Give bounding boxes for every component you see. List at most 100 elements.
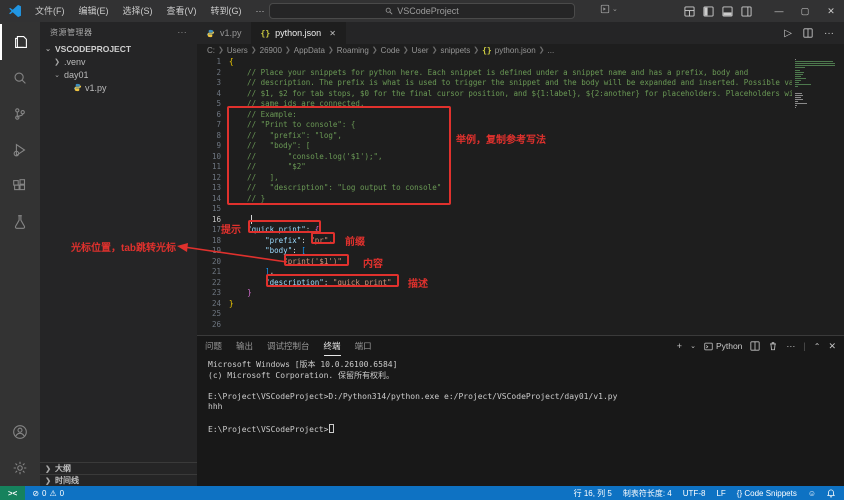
code-line[interactable]: 4 // $1, $2 for tab stops, $0 for the fi… xyxy=(197,89,792,100)
menu-item-1[interactable]: 编辑(E) xyxy=(72,0,116,22)
breadcrumb-item[interactable]: Code xyxy=(381,46,400,55)
testing-icon[interactable] xyxy=(0,204,40,240)
code-line[interactable]: 25 xyxy=(197,309,792,320)
maximize-panel-icon[interactable]: ⌃ xyxy=(814,342,821,351)
extensions-icon[interactable] xyxy=(0,168,40,204)
breadcrumb-item[interactable]: ... xyxy=(548,46,555,55)
code-line[interactable]: 26 xyxy=(197,320,792,331)
code-line[interactable]: 1{ xyxy=(197,57,792,68)
code-line[interactable]: 20 "print('$1')" xyxy=(197,257,792,268)
status-item-4[interactable]: {} Code Snippets xyxy=(737,489,797,498)
panel-tab-终端[interactable]: 终端 xyxy=(324,336,341,356)
code-line[interactable]: 17 "quick print": { xyxy=(197,225,792,236)
tree-item-v1-py[interactable]: v1.py xyxy=(40,81,197,94)
panel-more-actions[interactable]: ··· xyxy=(786,341,795,351)
accounts-icon[interactable] xyxy=(0,414,40,450)
notifications-bell-icon[interactable] xyxy=(827,489,835,498)
breadcrumb-item[interactable]: 26900 xyxy=(260,46,282,55)
code-line[interactable]: 11 // "$2" xyxy=(197,162,792,173)
search-view-icon[interactable] xyxy=(0,60,40,96)
toggle-panel-icon[interactable] xyxy=(722,6,733,17)
timeline-section[interactable]: ❯ 时间线 xyxy=(40,474,197,486)
code-line[interactable]: 12 // ], xyxy=(197,173,792,184)
outline-section[interactable]: ❯ 大纲 xyxy=(40,462,197,474)
status-item-2[interactable]: UTF-8 xyxy=(683,489,706,498)
tab-python-json[interactable]: {}python.json✕ xyxy=(252,22,346,44)
breadcrumb-item[interactable]: C: xyxy=(207,46,215,55)
panel-tab-端口[interactable]: 端口 xyxy=(355,336,372,356)
code-line[interactable]: 9 // "body": [ xyxy=(197,141,792,152)
feedback-smiley-icon[interactable]: ☺ xyxy=(808,489,816,498)
status-item-3[interactable]: LF xyxy=(716,489,725,498)
code-line[interactable]: 6 // Example: xyxy=(197,110,792,121)
code-line[interactable]: 22 "description": "quick print" xyxy=(197,278,792,289)
breadcrumb-item[interactable]: User xyxy=(412,46,429,55)
code-line[interactable]: 13 // "description": "Log output to cons… xyxy=(197,183,792,194)
menu-item-0[interactable]: 文件(F) xyxy=(28,0,72,22)
code-line[interactable]: 7 // "Print to console": { xyxy=(197,120,792,131)
problems-indicator[interactable]: ⊘0 ⚠0 xyxy=(25,489,71,498)
code-line[interactable]: 21 ], xyxy=(197,267,792,278)
panel-tab-输出[interactable]: 输出 xyxy=(236,336,253,356)
code-line[interactable]: 15 xyxy=(197,204,792,215)
minimize-button[interactable]: — xyxy=(766,0,792,22)
minimap-line xyxy=(795,63,835,64)
customize-layout-icon[interactable] xyxy=(684,6,695,17)
panel-tab-调试控制台[interactable]: 调试控制台 xyxy=(267,336,310,356)
code-line[interactable]: 24} xyxy=(197,299,792,310)
toggle-secondary-sidebar-icon[interactable] xyxy=(741,6,752,17)
terminal-instance-item[interactable]: Python xyxy=(704,341,742,351)
code-line[interactable]: 14 // } xyxy=(197,194,792,205)
breadcrumb-item[interactable]: AppData xyxy=(294,46,325,55)
terminal-output[interactable]: Microsoft Windows [版本 10.0.26100.6584](c… xyxy=(197,356,844,435)
code-line[interactable]: 16 xyxy=(197,215,792,226)
code-line[interactable]: 18 "prefix": "pr", xyxy=(197,236,792,247)
run-debug-icon[interactable] xyxy=(0,132,40,168)
code-line[interactable]: 3 // description. The prefix is what is … xyxy=(197,78,792,89)
breadcrumb-item[interactable]: python.json xyxy=(495,46,536,55)
layout-dropdown-button[interactable]: ⌄ xyxy=(600,4,618,14)
kill-terminal-trash-icon[interactable] xyxy=(768,341,778,351)
settings-gear-icon[interactable] xyxy=(0,450,40,486)
menu-item-3[interactable]: 查看(V) xyxy=(160,0,204,22)
breadcrumb-separator-icon: ❯ xyxy=(251,46,257,54)
panel-tab-问题[interactable]: 问题 xyxy=(205,336,222,356)
restore-button[interactable]: ▢ xyxy=(792,0,818,22)
activity-bar xyxy=(0,22,40,486)
tab-close-icon[interactable]: ✕ xyxy=(329,29,336,38)
code-line[interactable]: 23 } xyxy=(197,288,792,299)
split-terminal-icon[interactable] xyxy=(750,341,760,351)
explorer-icon[interactable] xyxy=(0,24,40,60)
code-editor[interactable]: 1{2 // Place your snippets for python he… xyxy=(197,56,844,335)
minimap[interactable] xyxy=(793,57,837,335)
toggle-sidebar-icon[interactable] xyxy=(703,6,714,17)
command-center-search[interactable]: VSCodeProject xyxy=(269,3,575,19)
run-python-file-button[interactable]: ▷ xyxy=(784,28,792,39)
code-line[interactable]: 2 // Place your snippets for python here… xyxy=(197,68,792,79)
remote-indicator[interactable]: >< xyxy=(0,486,25,500)
new-terminal-button[interactable]: + xyxy=(677,341,682,351)
tree-item-vscodeproject[interactable]: ⌄VSCODEPROJECT xyxy=(40,42,197,55)
split-editor-icon[interactable] xyxy=(803,28,813,38)
breadcrumb-item[interactable]: Roaming xyxy=(337,46,369,55)
status-item-1[interactable]: 制表符长度: 4 xyxy=(623,488,672,499)
tab-v1-py[interactable]: v1.py xyxy=(197,22,252,44)
editor-more-actions[interactable]: ··· xyxy=(824,28,834,39)
close-panel-icon[interactable]: ✕ xyxy=(828,341,836,352)
terminal-dropdown-icon[interactable]: ⌄ xyxy=(690,342,696,350)
code-line[interactable]: 19 "body": [ xyxy=(197,246,792,257)
code-line[interactable]: 10 // "console.log('$1');", xyxy=(197,152,792,163)
code-line[interactable]: 8 // "prefix": "log", xyxy=(197,131,792,142)
close-button[interactable]: ✕ xyxy=(818,0,844,22)
menu-item-2[interactable]: 选择(S) xyxy=(116,0,160,22)
source-control-icon[interactable] xyxy=(0,96,40,132)
breadcrumb-item[interactable]: snippets xyxy=(440,46,470,55)
tree-item--venv[interactable]: ❯.venv xyxy=(40,55,197,68)
status-item-0[interactable]: 行 16, 列 5 xyxy=(574,488,612,499)
breadcrumb-item[interactable]: Users xyxy=(227,46,248,55)
code-line[interactable]: 5 // same ids are connected. xyxy=(197,99,792,110)
line-number: 25 xyxy=(197,309,221,320)
menu-item-4[interactable]: 转到(G) xyxy=(204,0,249,22)
explorer-more-actions[interactable]: ··· xyxy=(178,28,188,37)
tree-item-day01[interactable]: ⌄day01 xyxy=(40,68,197,81)
